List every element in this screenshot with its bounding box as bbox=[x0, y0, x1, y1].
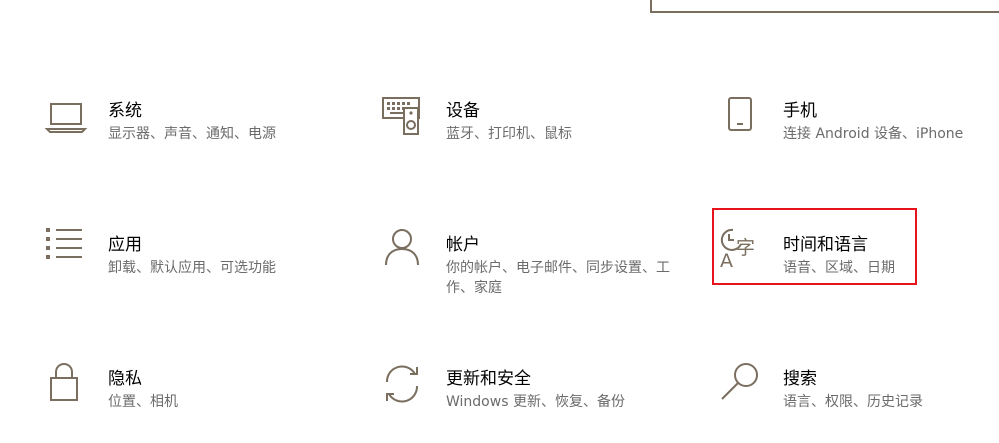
tile-description: 位置、相机 bbox=[108, 394, 178, 410]
tile-description: 语音、区域、日期 bbox=[783, 260, 895, 276]
settings-home: 系统 显示器、声音、通知、电源 设备 蓝牙、打印机、鼠标 手机 连接 Andro… bbox=[0, 0, 999, 443]
tile-description: Windows 更新、恢复、备份 bbox=[446, 394, 625, 410]
tile-search[interactable]: 搜索 语言、权限、历史记录 bbox=[719, 363, 999, 443]
tile-title: 应用 bbox=[108, 235, 142, 255]
tile-description: 连接 Android 设备、iPhone bbox=[783, 126, 964, 142]
laptop-icon bbox=[44, 98, 88, 142]
tile-title: 时间和语言 bbox=[783, 235, 868, 255]
keyboard-speaker-icon bbox=[382, 97, 426, 142]
tile-devices[interactable]: 设备 蓝牙、打印机、鼠标 bbox=[382, 97, 672, 188]
magnifier-icon bbox=[719, 363, 763, 410]
tile-description: 卸载、默认应用、可选功能 bbox=[108, 260, 276, 276]
apps-list-icon bbox=[44, 228, 88, 276]
tile-description: 显示器、声音、通知、电源 bbox=[108, 126, 276, 142]
tile-privacy[interactable]: 隐私 位置、相机 bbox=[44, 363, 334, 443]
phone-icon bbox=[719, 97, 763, 142]
tile-description: 蓝牙、打印机、鼠标 bbox=[446, 126, 572, 142]
svg-text:A: A bbox=[720, 250, 733, 272]
tile-time-language[interactable]: A 字 时间和语言 语音、区域、日期 bbox=[719, 228, 999, 322]
lock-icon bbox=[44, 363, 88, 410]
tile-title: 手机 bbox=[783, 101, 817, 121]
tile-description: 语言、权限、历史记录 bbox=[783, 394, 923, 410]
tile-title: 系统 bbox=[108, 101, 142, 121]
time-language-icon: A 字 bbox=[719, 228, 763, 276]
tile-title: 帐户 bbox=[446, 235, 480, 255]
svg-text:字: 字 bbox=[736, 237, 755, 259]
tile-phone[interactable]: 手机 连接 Android 设备、iPhone bbox=[719, 97, 999, 188]
tile-title: 搜索 bbox=[783, 369, 817, 389]
search-input[interactable] bbox=[650, 0, 999, 13]
sync-icon bbox=[382, 365, 426, 410]
person-icon bbox=[382, 229, 426, 276]
tile-update-security[interactable]: 更新和安全 Windows 更新、恢复、备份 bbox=[382, 365, 672, 443]
tile-apps[interactable]: 应用 卸载、默认应用、可选功能 bbox=[44, 228, 334, 322]
tile-system[interactable]: 系统 显示器、声音、通知、电源 bbox=[44, 98, 334, 188]
tile-title: 设备 bbox=[446, 101, 480, 121]
tile-description: 你的帐户、电子邮件、同步设置、工作、家庭 bbox=[446, 260, 670, 296]
tile-accounts[interactable]: 帐户 你的帐户、电子邮件、同步设置、工作、家庭 bbox=[382, 229, 672, 322]
tile-title: 更新和安全 bbox=[446, 369, 531, 389]
tile-title: 隐私 bbox=[108, 369, 142, 389]
